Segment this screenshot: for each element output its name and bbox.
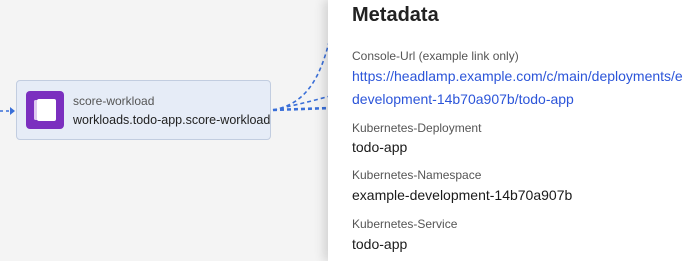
- field-value-kubernetes-namespace: example-development-14b70a907b: [352, 187, 573, 203]
- console-url-link[interactable]: https://headlamp.example.com/c/main/depl…: [352, 64, 683, 88]
- field-label-kubernetes-service: Kubernetes-Service: [352, 217, 458, 231]
- console-url-line-1: https://headlamp.example.com/c/main/depl…: [352, 68, 683, 84]
- panel-title: Metadata: [352, 4, 439, 26]
- node-title: score-workload: [73, 94, 155, 108]
- score-logo-icon: [26, 91, 64, 129]
- console-url-line-2: development-14b70a907b/todo-app: [352, 91, 574, 107]
- field-label-console-url: Console-Url (example link only): [352, 49, 519, 63]
- edge-arrowhead-icon: [10, 107, 15, 115]
- field-label-kubernetes-namespace: Kubernetes-Namespace: [352, 168, 482, 182]
- node-subtitle: workloads.todo-app.score-workload: [73, 113, 271, 127]
- console-url-link-continued[interactable]: development-14b70a907b/todo-app: [352, 87, 574, 111]
- field-label-kubernetes-deployment: Kubernetes-Deployment: [352, 121, 482, 135]
- metadata-panel: Metadata Console-Url (example link only)…: [328, 0, 689, 261]
- field-value-kubernetes-deployment: todo-app: [352, 139, 408, 155]
- edge-outgoing-upper: [272, 37, 331, 111]
- field-value-kubernetes-service: todo-app: [352, 236, 408, 252]
- graph-canvas[interactable]: score-workload workloads.todo-app.score-…: [0, 0, 689, 261]
- workload-node[interactable]: score-workload workloads.todo-app.score-…: [16, 80, 271, 140]
